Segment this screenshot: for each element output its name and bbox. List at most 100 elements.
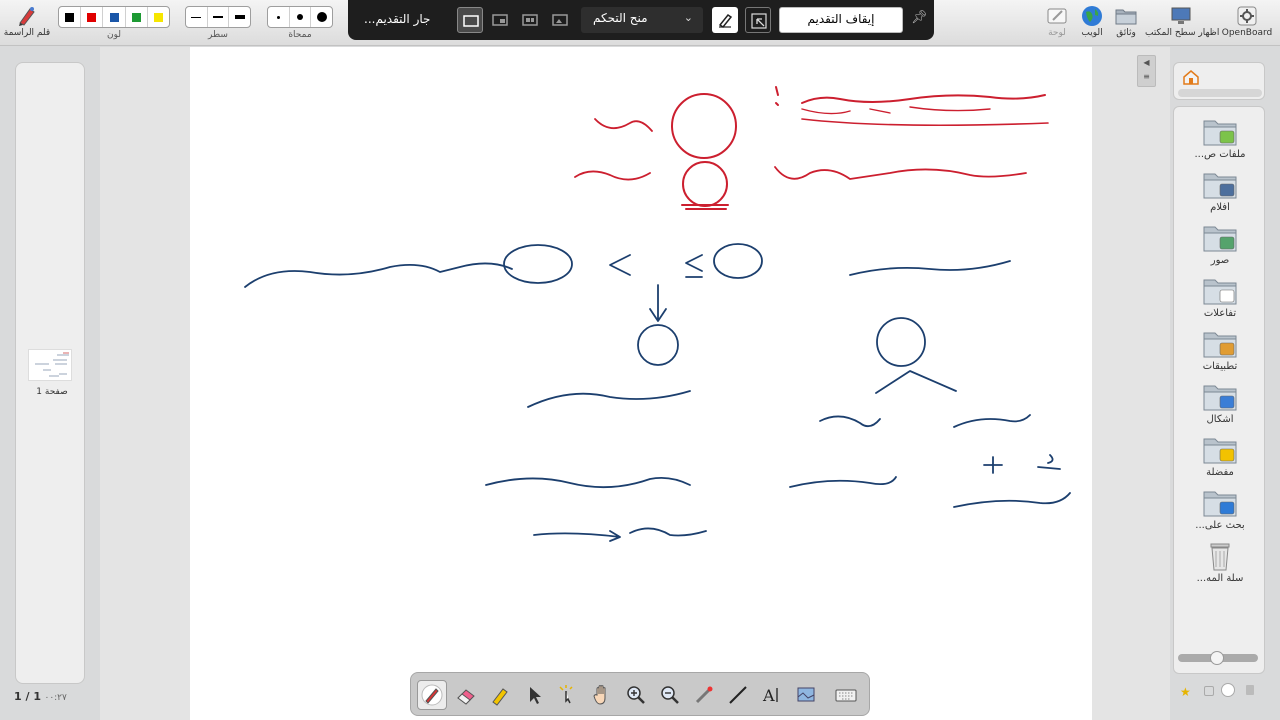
hand-tool[interactable] bbox=[587, 680, 617, 710]
gear-icon bbox=[1235, 4, 1259, 28]
library-folder[interactable]: مفضلة bbox=[1184, 435, 1256, 478]
line-medium-option[interactable] bbox=[208, 7, 230, 27]
library-folder[interactable]: تطبيقات bbox=[1184, 329, 1256, 372]
negative-stroke bbox=[244, 262, 513, 288]
direction-stroke bbox=[953, 492, 1071, 508]
zoom-in-tool[interactable] bbox=[621, 680, 651, 710]
folder-icon bbox=[1114, 4, 1138, 28]
library-panel: ...ملفات ص أفلام صور تفاعلات تطبيقات أشكال مفض… bbox=[1170, 47, 1280, 720]
svg-text:A: A bbox=[762, 686, 775, 705]
whiteboard-canvas[interactable] bbox=[190, 47, 1092, 720]
eraser-tool[interactable] bbox=[451, 680, 481, 710]
presentation-timer: ٠٠:٢٧ bbox=[44, 693, 67, 703]
page-count: 1 / 1 bbox=[14, 690, 41, 703]
line-thin-option[interactable] bbox=[186, 7, 208, 27]
interact-tool[interactable] bbox=[553, 680, 583, 710]
sign-stroke bbox=[953, 414, 1031, 428]
openboard-menu-button[interactable]: OpenBoard bbox=[1218, 4, 1276, 38]
eraser-large-option[interactable] bbox=[311, 7, 332, 27]
line-tool[interactable] bbox=[723, 680, 753, 710]
no-correlation-stroke bbox=[527, 390, 691, 408]
thumbnail-size-slider[interactable] bbox=[1178, 651, 1258, 665]
text-icon: A bbox=[762, 686, 778, 705]
circle-view-icon[interactable] bbox=[1221, 683, 1235, 697]
color-swatch[interactable] bbox=[59, 7, 82, 27]
apps-folder-icon bbox=[1202, 329, 1238, 359]
value-stroke bbox=[819, 415, 881, 428]
stop-presenting-button[interactable]: إيقاف التقديم bbox=[779, 7, 903, 33]
annotate-button[interactable] bbox=[712, 7, 738, 33]
line-label: سطر bbox=[208, 30, 228, 40]
pin-button[interactable]: 📌︎ bbox=[908, 7, 928, 33]
delete-icon[interactable] bbox=[1246, 685, 1254, 695]
capture-tool[interactable] bbox=[791, 680, 821, 710]
favorite-folder-icon bbox=[1202, 435, 1238, 465]
eraser-small-option[interactable] bbox=[268, 7, 290, 27]
title-stroke bbox=[801, 94, 1046, 104]
line-width-selector[interactable] bbox=[185, 6, 251, 28]
pen-icon bbox=[421, 684, 443, 706]
library-folder[interactable]: ...بحث على bbox=[1184, 488, 1256, 531]
page-thumbnail[interactable] bbox=[28, 349, 72, 381]
strength-stroke bbox=[789, 476, 897, 488]
breadcrumb-scrollbar[interactable] bbox=[1178, 89, 1262, 97]
shapes-folder-icon bbox=[1202, 382, 1238, 412]
split-view-button[interactable] bbox=[517, 7, 543, 33]
text-tool[interactable]: A bbox=[757, 680, 787, 710]
chevron-down-icon: ⌄ bbox=[683, 11, 693, 24]
laser-pointer-tool[interactable] bbox=[689, 680, 719, 710]
color-swatch[interactable] bbox=[126, 7, 148, 27]
collapse-library-tab[interactable]: ◀ ≡ bbox=[1137, 55, 1156, 87]
color-swatch[interactable] bbox=[103, 7, 126, 27]
give-control-dropdown[interactable]: منح التحكم ⌄ bbox=[581, 7, 703, 33]
zoom-out-tool[interactable] bbox=[655, 680, 685, 710]
pen-tool-label: قلم الراسمة bbox=[3, 28, 51, 38]
home-icon[interactable] bbox=[1182, 69, 1200, 85]
give-control-label: منح التحكم bbox=[593, 11, 648, 25]
show-desktop-label: اظهار سطح المكتب bbox=[1145, 28, 1220, 38]
slideshow-status: ...جار التقديم bbox=[364, 12, 431, 26]
r-circle bbox=[682, 161, 728, 207]
minus-one-ellipse bbox=[503, 244, 573, 284]
highlighter-icon bbox=[492, 688, 508, 706]
eraser-size-selector[interactable] bbox=[267, 6, 333, 28]
web-search-folder-icon bbox=[1202, 488, 1238, 518]
line-group: سطر bbox=[185, 2, 251, 40]
library-folder-label: تطبيقات bbox=[1202, 361, 1238, 372]
library-breadcrumb bbox=[1173, 62, 1265, 100]
slider-knob[interactable] bbox=[1210, 651, 1224, 665]
star-icon[interactable]: ★ bbox=[1180, 685, 1191, 699]
film-folder-icon bbox=[1202, 170, 1238, 200]
library-folder[interactable]: ...سلة المه bbox=[1184, 541, 1256, 584]
pen-tool-button[interactable]: قلم الراسمة bbox=[0, 4, 54, 38]
selector-tool[interactable] bbox=[519, 680, 549, 710]
library-folder[interactable]: ...ملفات ص bbox=[1184, 117, 1256, 160]
interactive-folder-icon bbox=[1202, 276, 1238, 306]
new-folder-icon[interactable] bbox=[1204, 686, 1214, 696]
audio-folder-icon bbox=[1202, 117, 1238, 147]
blue-ink-strokes bbox=[244, 243, 1071, 542]
color-swatch[interactable] bbox=[81, 7, 104, 27]
color-selector[interactable] bbox=[58, 6, 170, 28]
eraser-medium-option[interactable] bbox=[290, 7, 312, 27]
library-folder[interactable]: تفاعلات bbox=[1184, 276, 1256, 319]
library-folder-label: ...سلة المه bbox=[1196, 573, 1244, 584]
window-icon bbox=[492, 14, 508, 26]
highlighter-tool[interactable] bbox=[485, 680, 515, 710]
fullscreen-view-button[interactable] bbox=[457, 7, 483, 33]
library-folder[interactable]: أفلام bbox=[1184, 170, 1256, 213]
pointer-button[interactable] bbox=[745, 7, 771, 33]
library-folder-label: تفاعلات bbox=[1203, 308, 1237, 319]
window-view-button[interactable] bbox=[487, 7, 513, 33]
color-group: لون bbox=[58, 2, 170, 40]
pin-icon: 📌︎ bbox=[911, 10, 928, 25]
color-swatch[interactable] bbox=[148, 7, 169, 27]
pen-tool[interactable] bbox=[417, 680, 447, 710]
arrow-left-icon: ◀ ≡ bbox=[1143, 58, 1150, 81]
library-folder[interactable]: صور bbox=[1184, 223, 1256, 266]
pip-view-button[interactable] bbox=[547, 7, 573, 33]
library-folder[interactable]: أشكال bbox=[1184, 382, 1256, 425]
line-thick-option[interactable] bbox=[229, 7, 250, 27]
keyboard-tool[interactable] bbox=[831, 680, 861, 710]
show-desktop-button[interactable]: اظهار سطح المكتب bbox=[1145, 4, 1220, 38]
